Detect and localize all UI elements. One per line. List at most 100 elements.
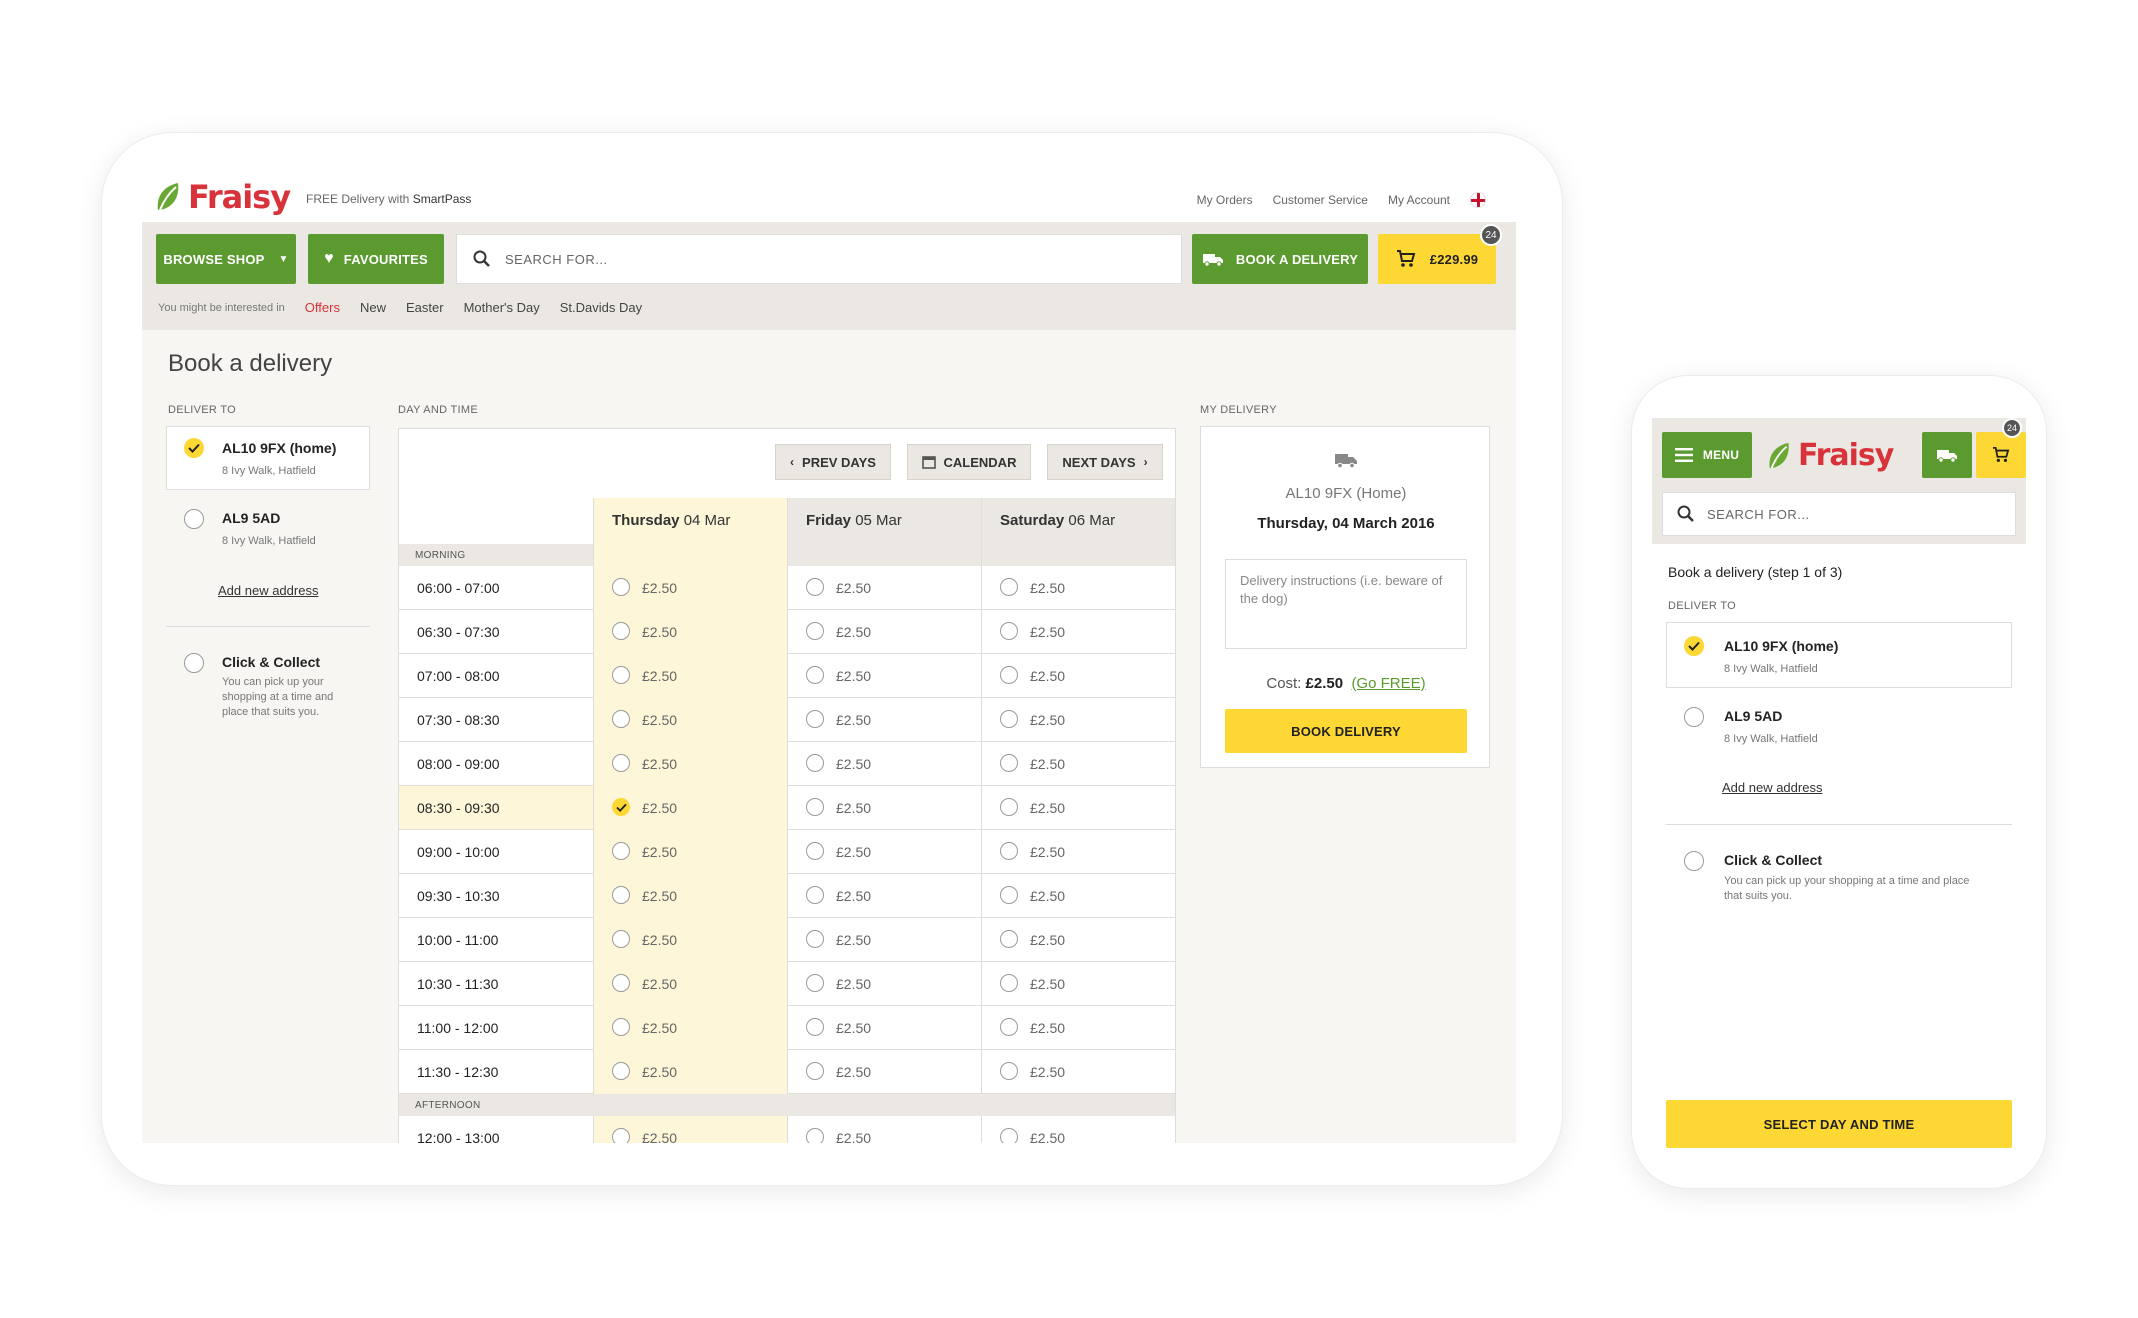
slot-radio[interactable]: [612, 578, 630, 596]
slot-cell[interactable]: £2.50: [787, 874, 981, 918]
slot-radio[interactable]: [806, 1128, 824, 1143]
slot-cell[interactable]: £2.50: [787, 962, 981, 1006]
mothers-day-link[interactable]: Mother's Day: [464, 300, 540, 315]
slot-cell[interactable]: £2.50: [787, 1006, 981, 1050]
slot-cell[interactable]: £2.50: [593, 874, 787, 918]
slot-radio[interactable]: [806, 1018, 824, 1036]
slot-cell[interactable]: £2.50: [593, 698, 787, 742]
slot-cell[interactable]: £2.50: [981, 1050, 1175, 1094]
my-orders-link[interactable]: My Orders: [1197, 193, 1253, 207]
slot-radio[interactable]: [612, 1018, 630, 1036]
search-input[interactable]: SEARCH FOR...: [456, 234, 1182, 284]
slot-cell[interactable]: £2.50: [593, 1116, 787, 1143]
slot-radio[interactable]: [1000, 930, 1018, 948]
slot-radio[interactable]: [806, 974, 824, 992]
address-radio[interactable]: [1684, 707, 1704, 727]
slot-radio[interactable]: [806, 886, 824, 904]
slot-radio[interactable]: [612, 930, 630, 948]
next-days-button[interactable]: NEXT DAYS ›: [1047, 444, 1163, 480]
slot-radio[interactable]: [1000, 886, 1018, 904]
slot-cell[interactable]: £2.50: [787, 610, 981, 654]
check-icon[interactable]: [184, 438, 204, 458]
slot-radio[interactable]: [806, 666, 824, 684]
slot-cell[interactable]: £2.50: [593, 786, 787, 830]
slot-radio[interactable]: [806, 578, 824, 596]
slot-radio[interactable]: [1000, 710, 1018, 728]
slot-radio[interactable]: [806, 622, 824, 640]
slot-radio[interactable]: [1000, 842, 1018, 860]
slot-radio[interactable]: [612, 1062, 630, 1080]
slot-cell[interactable]: £2.50: [981, 918, 1175, 962]
slot-radio[interactable]: [1000, 1018, 1018, 1036]
slot-cell[interactable]: £2.50: [787, 654, 981, 698]
slot-cell[interactable]: £2.50: [593, 610, 787, 654]
click-collect-radio[interactable]: [184, 653, 204, 673]
slot-radio[interactable]: [1000, 622, 1018, 640]
add-address-link[interactable]: Add new address: [218, 583, 318, 598]
uk-flag-icon[interactable]: [1470, 192, 1486, 208]
slot-radio[interactable]: [612, 666, 630, 684]
slot-cell[interactable]: £2.50: [787, 918, 981, 962]
slot-radio[interactable]: [612, 886, 630, 904]
slot-cell[interactable]: £2.50: [981, 830, 1175, 874]
st-davids-day-link[interactable]: St.Davids Day: [560, 300, 642, 315]
slot-radio[interactable]: [1000, 798, 1018, 816]
slot-cell[interactable]: £2.50: [981, 610, 1175, 654]
easter-link[interactable]: Easter: [406, 300, 444, 315]
slot-radio[interactable]: [806, 1062, 824, 1080]
go-free-link[interactable]: (Go FREE): [1351, 675, 1425, 692]
slot-cell[interactable]: £2.50: [787, 830, 981, 874]
slot-radio[interactable]: [612, 1128, 630, 1143]
slot-radio[interactable]: [1000, 1062, 1018, 1080]
fraisy-logo[interactable]: Fraisy: [154, 178, 291, 216]
slot-radio[interactable]: [806, 754, 824, 772]
address-radio[interactable]: [184, 509, 204, 529]
book-delivery-mobile-button[interactable]: [1922, 432, 1972, 478]
slot-cell[interactable]: £2.50: [787, 1116, 981, 1143]
my-account-link[interactable]: My Account: [1388, 193, 1450, 207]
slot-radio[interactable]: [612, 754, 630, 772]
slot-radio[interactable]: [1000, 1128, 1018, 1143]
customer-service-link[interactable]: Customer Service: [1273, 193, 1368, 207]
slot-radio[interactable]: [612, 622, 630, 640]
slot-radio[interactable]: [612, 710, 630, 728]
offers-link[interactable]: Offers: [305, 300, 340, 315]
slot-cell[interactable]: £2.50: [981, 874, 1175, 918]
slot-cell[interactable]: £2.50: [787, 566, 981, 610]
slot-cell[interactable]: £2.50: [593, 654, 787, 698]
slot-cell[interactable]: £2.50: [593, 1050, 787, 1094]
address-card-selected[interactable]: [1666, 622, 2012, 688]
slot-cell[interactable]: £2.50: [981, 786, 1175, 830]
fraisy-logo[interactable]: Fraisy: [1766, 438, 1894, 473]
cart-mobile-button[interactable]: [1976, 432, 2026, 478]
slot-radio[interactable]: [806, 842, 824, 860]
slot-cell[interactable]: £2.50: [981, 1006, 1175, 1050]
slot-cell[interactable]: £2.50: [787, 742, 981, 786]
slot-cell[interactable]: £2.50: [593, 742, 787, 786]
slot-cell[interactable]: £2.50: [593, 1006, 787, 1050]
slot-radio[interactable]: [612, 842, 630, 860]
slot-cell[interactable]: £2.50: [787, 786, 981, 830]
menu-button[interactable]: MENU: [1662, 432, 1752, 478]
check-icon[interactable]: [1684, 636, 1704, 656]
slot-radio[interactable]: [806, 710, 824, 728]
delivery-instructions-field[interactable]: Delivery instructions (i.e. beware of th…: [1225, 559, 1467, 649]
day-header[interactable]: Saturday 06 Mar: [981, 498, 1175, 566]
slot-radio[interactable]: [1000, 666, 1018, 684]
slot-radio[interactable]: [1000, 974, 1018, 992]
check-icon[interactable]: [612, 798, 630, 816]
slot-radio[interactable]: [806, 798, 824, 816]
mobile-search-input[interactable]: SEARCH FOR...: [1662, 492, 2016, 536]
slot-radio[interactable]: [1000, 578, 1018, 596]
slot-cell[interactable]: £2.50: [593, 918, 787, 962]
slot-radio[interactable]: [612, 974, 630, 992]
book-delivery-button[interactable]: BOOK DELIVERY: [1225, 709, 1467, 753]
slot-cell[interactable]: £2.50: [593, 962, 787, 1006]
slot-cell[interactable]: £2.50: [981, 742, 1175, 786]
favourites-button[interactable]: ♥ FAVOURITES: [308, 234, 444, 284]
slot-cell[interactable]: £2.50: [593, 830, 787, 874]
slot-cell[interactable]: £2.50: [981, 1116, 1175, 1143]
slot-cell[interactable]: £2.50: [593, 566, 787, 610]
slot-cell[interactable]: £2.50: [981, 698, 1175, 742]
slot-cell[interactable]: £2.50: [787, 698, 981, 742]
